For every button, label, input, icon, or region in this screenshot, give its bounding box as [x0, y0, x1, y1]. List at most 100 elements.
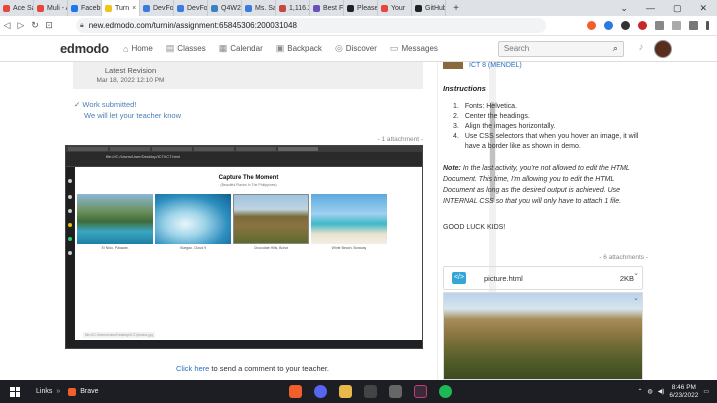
menu-icon[interactable]	[706, 21, 709, 30]
image-attachment[interactable]: ⌄	[443, 292, 643, 380]
network-icon[interactable]: ◍	[648, 388, 653, 395]
tab-label: Ace Sara	[13, 4, 33, 12]
tab-favicon-icon	[245, 4, 252, 12]
browser-tab[interactable]: Best Fre	[310, 0, 344, 16]
url-field[interactable]: 🔒︎ new.edmodo.com/turnin/assignment:6584…	[76, 18, 546, 33]
notification-center-icon[interactable]: ▭	[703, 388, 709, 395]
chevron-down-icon[interactable]: ⌄	[633, 294, 639, 302]
forward-icon[interactable]: ▷	[14, 20, 28, 31]
bookmark-icon[interactable]: ⊡	[42, 20, 56, 31]
comment-link[interactable]: Click here	[176, 364, 209, 373]
sidebar-icon[interactable]	[672, 21, 681, 30]
clock-time: 8:46 PM	[671, 383, 696, 391]
file-size: 2KB	[619, 273, 634, 283]
tab-label: DevFolio	[187, 4, 208, 12]
preview-page: Capture The Moment (Beautiful Places In …	[75, 167, 422, 340]
app-icon[interactable]	[363, 385, 377, 398]
browser-tab[interactable]: Muli - A	[34, 0, 68, 16]
tab-label: Faceboo	[81, 4, 101, 12]
nav-label: Backpack	[287, 44, 322, 53]
tab-label: Turn	[115, 4, 130, 12]
lock-icon: 🔒︎	[80, 21, 84, 29]
back-icon[interactable]: ◁	[0, 20, 14, 31]
tab-favicon-icon	[381, 4, 388, 12]
app-icon[interactable]	[388, 385, 402, 398]
chevron-down-icon[interactable]: ⌄	[633, 269, 639, 277]
closing-text: GOOD LUCK KIDS!	[443, 224, 506, 231]
notifications-icon[interactable]: ♪	[634, 42, 648, 56]
windows-taskbar: Links » Brave ⌃ ◍ ◀) 8:46 PM 6/23/2022 ▭	[0, 380, 717, 403]
attachment-preview[interactable]: file:///C:/Users/User/Desktop/ICT/ICT.ht…	[65, 145, 423, 349]
browser-tab[interactable]: 1,116.27	[276, 0, 310, 16]
nav-item-classes[interactable]: ▤ Classes	[166, 43, 206, 54]
backpack-icon: ▣	[275, 43, 285, 53]
file-explorer-icon[interactable]	[338, 385, 352, 398]
tray-chevron-icon[interactable]: ⌃	[638, 388, 643, 395]
windows-start-icon[interactable]	[10, 386, 20, 397]
browser-tab[interactable]: Ace Sara	[0, 0, 34, 16]
instructions-list: 1. Fonts: Helvetica. 2. Center the heading…	[453, 102, 653, 152]
brave-label[interactable]: Brave	[80, 388, 98, 395]
comment-text: to send a comment to your teacher.	[209, 364, 329, 373]
ext-red-icon[interactable]	[638, 21, 647, 30]
clock[interactable]: 8:46 PM 6/23/2022	[669, 384, 698, 400]
file-name[interactable]: picture.html	[484, 274, 523, 283]
browser-tab[interactable]: Your	[378, 0, 412, 16]
brave-shield-icon[interactable]	[587, 21, 596, 30]
wallet-icon[interactable]	[689, 21, 698, 30]
nav-item-discover[interactable]: ◎ Discover	[335, 43, 377, 54]
file-attachment[interactable]: </> picture.html 2KB ⌄	[443, 266, 643, 290]
code-file-icon: </>	[452, 272, 466, 284]
close-window-icon[interactable]: ✕	[699, 3, 707, 14]
preview-title: Capture The Moment	[218, 175, 279, 181]
browser-tab[interactable]: DevFolio	[140, 0, 174, 16]
home-icon: ⌂	[123, 43, 129, 54]
maximize-icon[interactable]: ▢	[673, 3, 682, 14]
nav-item-messages[interactable]: ▭ Messages	[390, 43, 438, 54]
discord-icon[interactable]	[313, 385, 327, 398]
edmodo-logo[interactable]: edmodo	[60, 41, 110, 56]
ext-dark-icon[interactable]	[621, 21, 630, 30]
spotify-icon[interactable]	[438, 385, 452, 398]
search-input[interactable]: Search ⌕	[497, 40, 624, 57]
preview-subtitle: (Beautiful Places In The Philippines)	[220, 183, 277, 187]
tab-favicon-icon	[71, 4, 78, 12]
avatar[interactable]	[653, 39, 672, 58]
class-tag[interactable]: ICT 8 (MENDEL)	[443, 62, 522, 69]
extensions-icon[interactable]	[655, 21, 664, 30]
browser-tab[interactable]: Faceboo	[68, 0, 102, 16]
preview-sidebar	[66, 167, 74, 347]
tab-label: GitHub	[425, 4, 446, 12]
chocolate-hills-image	[444, 293, 642, 379]
tab-close-icon[interactable]: ×	[132, 5, 136, 12]
browser-tab[interactable]: Q4W2	[208, 0, 242, 16]
chevron-right-icon[interactable]: »	[56, 388, 60, 395]
preview-address: file:///C:/Users/User/Desktop/ICT/ICT.ht…	[66, 152, 422, 160]
brave-app-icon[interactable]	[288, 385, 302, 398]
preview-bookmarks	[66, 160, 422, 167]
reload-icon[interactable]: ↻	[28, 20, 42, 31]
tab-label: Your	[391, 4, 406, 12]
ext-blue-icon[interactable]	[604, 21, 613, 30]
search-placeholder: Search	[503, 44, 530, 53]
app-icon[interactable]	[413, 385, 427, 398]
nav-label: Discover	[345, 44, 377, 53]
browser-tab[interactable]: Turn ×	[102, 0, 140, 16]
note-text: In the last activity, you're not allowed…	[443, 165, 630, 205]
minimize-icon[interactable]: —	[646, 3, 655, 14]
nav-item-backpack[interactable]: ▣ Backpack	[276, 43, 322, 54]
browser-tab[interactable]: GitHub	[412, 0, 446, 16]
class-name: ICT 8 (MENDEL)	[469, 62, 522, 69]
brave-taskbar-icon[interactable]	[68, 387, 77, 396]
search-icon[interactable]: ⌕	[613, 43, 618, 54]
browser-tab[interactable]: DevFolio	[174, 0, 208, 16]
browser-tab[interactable]: Please w	[344, 0, 378, 16]
nav-item-home[interactable]: ⌂ Home	[123, 43, 153, 54]
browser-tab[interactable]: Ms. Sara	[242, 0, 276, 16]
links-toolbar[interactable]: Links	[36, 388, 52, 395]
new-tab-button[interactable]: +	[446, 3, 466, 14]
nav-item-calendar[interactable]: ▦ Calendar	[219, 43, 263, 54]
preview-image-boracay	[311, 194, 387, 244]
volume-icon[interactable]: ◀)	[658, 388, 665, 395]
tab-search-icon[interactable]: ⌄	[620, 3, 628, 14]
